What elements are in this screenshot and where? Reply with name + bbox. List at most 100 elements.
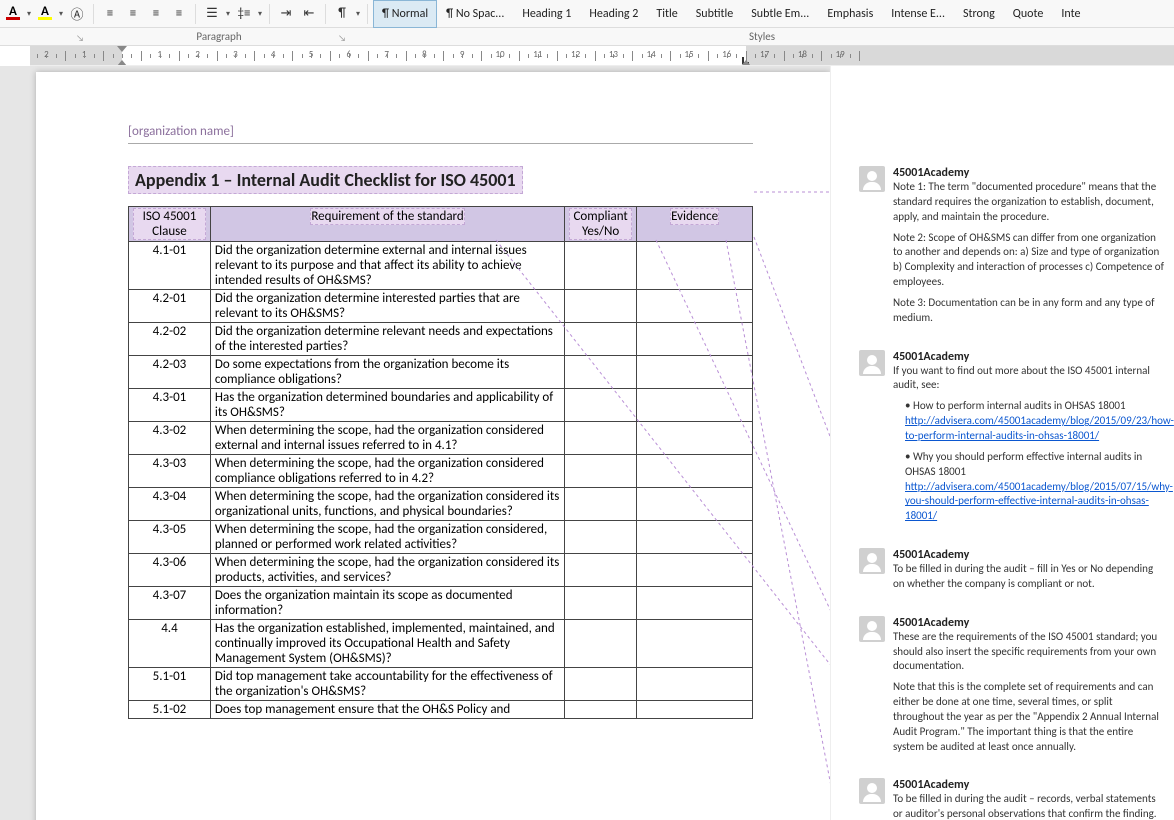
cell-compliant[interactable] (565, 620, 637, 668)
paragraph-dialog-dropdown[interactable]: ▾ (354, 9, 362, 19)
align-right-button[interactable]: ≡ (145, 3, 167, 25)
font-color-button[interactable]: A (2, 3, 24, 25)
cell-requirement[interactable]: Did the organization determine intereste… (210, 290, 564, 323)
style-item[interactable]: Emphasis (818, 0, 882, 28)
cell-compliant[interactable] (565, 587, 637, 620)
cell-requirement[interactable]: Does top management ensure that the OH&S… (210, 701, 564, 719)
cell-evidence[interactable] (637, 422, 753, 455)
style-item[interactable]: Quote (1004, 0, 1053, 28)
cell-requirement[interactable]: When determining the scope, had the orga… (210, 422, 564, 455)
cell-clause[interactable]: 4.3-05 (129, 521, 211, 554)
table-row[interactable]: 5.1-02Does top management ensure that th… (129, 701, 753, 719)
style-item[interactable]: Subtitle (687, 0, 743, 28)
cell-compliant[interactable] (565, 356, 637, 389)
line-spacing-dropdown[interactable]: ▾ (256, 9, 264, 19)
cell-requirement[interactable]: Does the organization maintain its scope… (210, 587, 564, 620)
style-item[interactable]: Title (647, 0, 686, 28)
cell-clause[interactable]: 4.3-02 (129, 422, 211, 455)
align-left-button[interactable]: ≡ (99, 3, 121, 25)
cell-clause[interactable]: 5.1-01 (129, 668, 211, 701)
cell-clause[interactable]: 4.3-03 (129, 455, 211, 488)
cell-clause[interactable]: 4.3-07 (129, 587, 211, 620)
style-item[interactable]: ¶ No Spac... (437, 0, 513, 28)
cell-requirement[interactable]: When determining the scope, had the orga… (210, 521, 564, 554)
cell-clause[interactable]: 4.4 (129, 620, 211, 668)
bullet-list-button[interactable]: ☰ (201, 3, 223, 25)
cell-clause[interactable]: 5.1-02 (129, 701, 211, 719)
style-item[interactable]: Inte (1052, 0, 1089, 28)
comment[interactable]: 45001AcademyIf you want to find out more… (859, 350, 1166, 530)
cell-clause[interactable]: 4.2-03 (129, 356, 211, 389)
cell-compliant[interactable] (565, 455, 637, 488)
cell-requirement[interactable]: Has the organization established, implem… (210, 620, 564, 668)
increase-indent-button[interactable]: ⇥ (275, 3, 297, 25)
cell-clause[interactable]: 4.3-06 (129, 554, 211, 587)
cell-compliant[interactable] (565, 668, 637, 701)
document-title[interactable]: Appendix 1 – Internal Audit Checklist fo… (128, 166, 523, 194)
cell-clause[interactable]: 4.2-02 (129, 323, 211, 356)
cell-evidence[interactable] (637, 323, 753, 356)
cell-compliant[interactable] (565, 488, 637, 521)
cell-requirement[interactable]: Has the organization determined boundari… (210, 389, 564, 422)
cell-compliant[interactable] (565, 389, 637, 422)
style-item[interactable]: Subtle Em... (742, 0, 818, 28)
cell-clause[interactable]: 4.3-04 (129, 488, 211, 521)
table-row[interactable]: 4.4Has the organization established, imp… (129, 620, 753, 668)
right-indent-marker[interactable] (741, 60, 751, 66)
cell-evidence[interactable] (637, 554, 753, 587)
comment[interactable]: 45001AcademyNote 1: The term "documented… (859, 166, 1166, 332)
cell-requirement[interactable]: Do some expectations from the organizati… (210, 356, 564, 389)
table-row[interactable]: 4.2-01Did the organization determine int… (129, 290, 753, 323)
align-justify-button[interactable]: ≡ (168, 3, 190, 25)
cell-evidence[interactable] (637, 356, 753, 389)
cell-compliant[interactable] (565, 422, 637, 455)
cell-requirement[interactable]: Did the organization determine external … (210, 242, 564, 290)
audit-checklist-table[interactable]: ISO 45001 Clause Requirement of the stan… (128, 206, 753, 719)
style-item[interactable]: ¶ Normal (373, 0, 437, 28)
font-dialog-launcher[interactable]: ↘ (76, 33, 84, 44)
cell-evidence[interactable] (637, 620, 753, 668)
org-name-placeholder[interactable]: [organization name] (128, 124, 814, 139)
cell-requirement[interactable]: Did top management take accountability f… (210, 668, 564, 701)
bullet-list-dropdown[interactable]: ▾ (224, 9, 232, 19)
cell-evidence[interactable] (637, 521, 753, 554)
style-item[interactable]: Heading 1 (513, 0, 580, 28)
style-item[interactable]: Heading 2 (580, 0, 647, 28)
cell-compliant[interactable] (565, 323, 637, 356)
indent-marker[interactable] (117, 46, 127, 52)
cell-compliant[interactable] (565, 554, 637, 587)
cell-requirement[interactable]: When determining the scope, had the orga… (210, 554, 564, 587)
character-dialog-button[interactable]: Ⓐ (66, 3, 88, 25)
cell-evidence[interactable] (637, 389, 753, 422)
cell-evidence[interactable] (637, 290, 753, 323)
paragraph-dialog-launcher[interactable]: ↘ (338, 33, 346, 44)
document-page[interactable]: [organization name] Appendix 1 – Interna… (36, 72, 830, 820)
table-row[interactable]: 4.3-03When determining the scope, had th… (129, 455, 753, 488)
font-color-dropdown[interactable]: ▾ (25, 9, 33, 19)
table-row[interactable]: 4.2-03Do some expectations from the orga… (129, 356, 753, 389)
cell-evidence[interactable] (637, 587, 753, 620)
table-row[interactable]: 4.3-07Does the organization maintain its… (129, 587, 753, 620)
table-row[interactable]: 4.3-06When determining the scope, had th… (129, 554, 753, 587)
horizontal-ruler[interactable]: 2112345678910111213141516171819 (30, 46, 1174, 66)
cell-compliant[interactable] (565, 521, 637, 554)
table-row[interactable]: 4.3-02When determining the scope, had th… (129, 422, 753, 455)
cell-requirement[interactable]: When determining the scope, had the orga… (210, 488, 564, 521)
table-row[interactable]: 4.2-02Did the organization determine rel… (129, 323, 753, 356)
align-center-button[interactable]: ≡ (122, 3, 144, 25)
comment[interactable]: 45001AcademyTo be filled in during the a… (859, 778, 1166, 820)
cell-clause[interactable]: 4.2-01 (129, 290, 211, 323)
table-row[interactable]: 4.3-04When determining the scope, had th… (129, 488, 753, 521)
cell-requirement[interactable]: When determining the scope, had the orga… (210, 455, 564, 488)
highlight-color-dropdown[interactable]: ▾ (57, 9, 65, 19)
table-row[interactable]: 4.3-05When determining the scope, had th… (129, 521, 753, 554)
cell-evidence[interactable] (637, 455, 753, 488)
cell-evidence[interactable] (637, 242, 753, 290)
style-item[interactable]: Intense E... (882, 0, 954, 28)
decrease-indent-button[interactable]: ⇤ (298, 3, 320, 25)
style-item[interactable]: Strong (954, 0, 1004, 28)
paragraph-dialog-button[interactable]: ¶ (331, 3, 353, 25)
cell-compliant[interactable] (565, 701, 637, 719)
comment-link[interactable]: http://advisera.com/45001academy/blog/20… (905, 480, 1173, 523)
comment-link[interactable]: http://advisera.com/45001academy/blog/20… (905, 414, 1174, 442)
